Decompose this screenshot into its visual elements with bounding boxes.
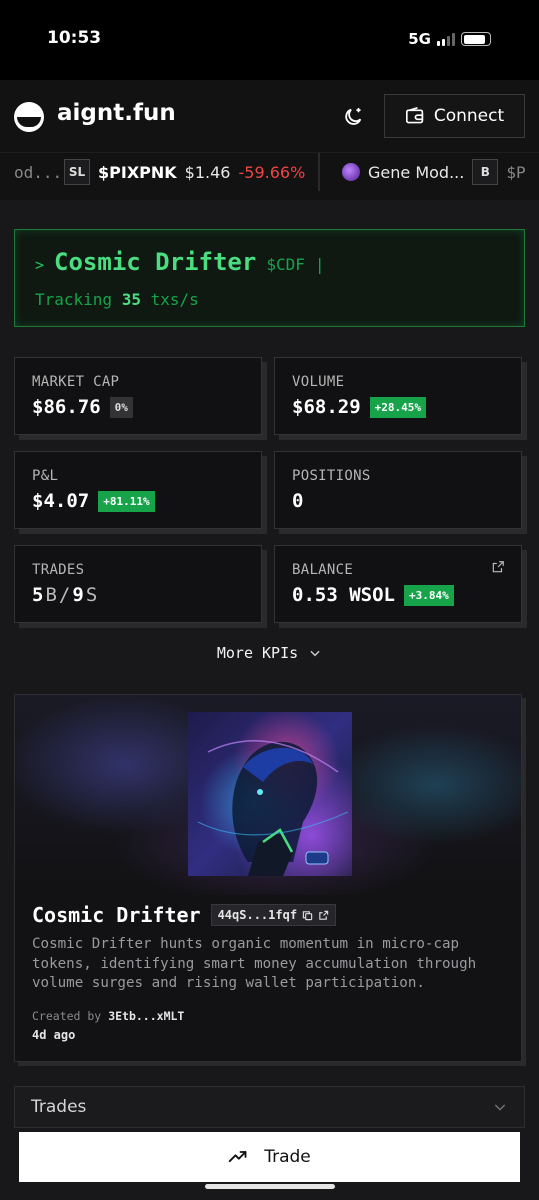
kpi-value: 0.53 WSOL (292, 584, 395, 606)
ticker-item[interactable]: Gene Mod... B $P (342, 153, 526, 191)
prompt-caret: > (35, 256, 45, 274)
agent-avatar (188, 712, 352, 876)
trades-separator: / (58, 584, 73, 606)
buy-unit: B (45, 584, 59, 606)
trades-section-label: Trades (31, 1097, 87, 1117)
status-time: 10:53 (47, 28, 102, 48)
kpi-value: $68.29 (292, 396, 361, 418)
kpi-value: 0 (292, 490, 304, 512)
kpi-positions: POSITIONS 0 (274, 451, 522, 529)
kpi-label: MARKET CAP (32, 374, 120, 390)
agent-name: Cosmic Drifter (54, 248, 257, 276)
ticker-badge: B (472, 159, 499, 185)
wallet-icon (405, 107, 424, 124)
sell-unit: S (85, 584, 100, 606)
kpi-label: TRADES (32, 562, 85, 578)
connect-button[interactable]: Connect (384, 94, 525, 138)
kpi-value: $4.07 (32, 490, 90, 512)
buy-count: 5 (32, 584, 46, 606)
app-header: aignt.fun Connect (0, 80, 539, 152)
theme-toggle-button[interactable] (338, 102, 368, 132)
status-indicators: 5G (408, 30, 491, 48)
battery-icon (461, 32, 491, 46)
connect-label: Connect (433, 106, 505, 126)
ticker-symbol: $P (506, 162, 526, 182)
address-chip[interactable]: 44qS...1fqf (210, 904, 337, 926)
card-title: Cosmic Drifter 44qS...1fqf (32, 903, 337, 927)
kpi-label: P&L (32, 468, 59, 484)
ticker-name: Gene Mod... (368, 162, 465, 182)
trades-section-toggle[interactable]: Trades (14, 1086, 525, 1128)
copy-icon[interactable] (302, 910, 313, 921)
kpi-change-badge: +28.45% (369, 396, 426, 418)
trade-label: Trade (264, 1147, 311, 1167)
creator-address[interactable]: 3Etb...xMLT (108, 1009, 184, 1023)
agent-name: Cosmic Drifter (32, 903, 201, 927)
status-bar: 10:53 5G (0, 0, 539, 80)
kpi-pnl: P&L $4.07 +81.11% (14, 451, 262, 529)
agent-title: > Cosmic Drifter $CDF | (35, 248, 325, 276)
kpi-label: POSITIONS (292, 468, 371, 484)
kpi-label: BALANCE (292, 562, 354, 578)
agent-hero: > Cosmic Drifter $CDF | Tracking 35 txs/… (14, 229, 525, 327)
kpi-label: VOLUME (292, 374, 345, 390)
ticker-divider (318, 153, 320, 191)
external-link-icon[interactable] (318, 910, 329, 921)
tracking-prefix: Tracking (35, 290, 113, 309)
kpi-value: $86.76 (32, 396, 101, 418)
kpi-market-cap: MARKET CAP $86.76 0% (14, 357, 262, 435)
external-link-icon[interactable] (491, 560, 505, 574)
home-indicator[interactable] (205, 1184, 335, 1189)
ticker-name: od... (14, 162, 63, 182)
trade-button[interactable]: Trade (19, 1132, 520, 1182)
agent-description: Cosmic Drifter hunts organic momentum in… (32, 936, 477, 991)
kpi-change-badge: 0% (109, 396, 133, 418)
kpi-change-badge: +81.11% (98, 490, 155, 512)
created-age: 4d ago (32, 1028, 76, 1042)
chevron-down-icon (310, 650, 320, 657)
ticker-item[interactable]: SL $PIXPNK $1.46 -59.66% (64, 153, 305, 191)
logo-icon[interactable] (14, 102, 44, 132)
agent-ticker: $CDF (266, 255, 305, 274)
ticker-item[interactable]: od... (14, 153, 62, 191)
tracking-rate: Tracking 35 txs/s (35, 290, 199, 309)
agent-card: Cosmic Drifter 44qS...1fqf Cosmic Drifte… (14, 694, 522, 1062)
network-label: 5G (408, 30, 431, 48)
agent-page: > Cosmic Drifter $CDF | Tracking 35 txs/… (0, 200, 539, 1200)
trending-up-icon (228, 1151, 247, 1163)
address-text: 44qS...1fqf (217, 908, 298, 922)
created-prefix: Created by (32, 1009, 102, 1023)
price-ticker: od... SL $PIXPNK $1.46 -59.66% Gene Mod.… (0, 152, 539, 200)
created-by: Created by 3Etb...xMLT (32, 1009, 184, 1023)
tracking-suffix: txs/s (150, 290, 199, 309)
ticker-avatar (342, 163, 360, 181)
sell-count: 9 (72, 584, 86, 606)
trades-count: 5B/9S (32, 584, 99, 606)
more-kpis-label: More KPIs (216, 644, 299, 662)
ticker-price: $1.46 (184, 162, 231, 182)
ticker-change: -59.66% (238, 162, 306, 182)
kpi-volume: VOLUME $68.29 +28.45% (274, 357, 522, 435)
theme-toggle-icon (345, 107, 362, 125)
kpi-change-badge: +3.84% (403, 584, 454, 606)
ticker-symbol: $PIXPNK (98, 162, 177, 182)
ticker-badge: SL (64, 159, 90, 185)
kpi-trades: TRADES 5B/9S (14, 545, 262, 623)
chevron-down-icon (494, 1104, 506, 1111)
kpi-balance: BALANCE 0.53 WSOL +3.84% (274, 545, 522, 623)
more-kpis-button[interactable]: More KPIs (0, 644, 539, 662)
signal-icon (437, 32, 455, 46)
text-cursor: | (314, 255, 325, 274)
brand-name[interactable]: aignt.fun (57, 100, 176, 126)
tracking-value: 35 (121, 290, 141, 309)
